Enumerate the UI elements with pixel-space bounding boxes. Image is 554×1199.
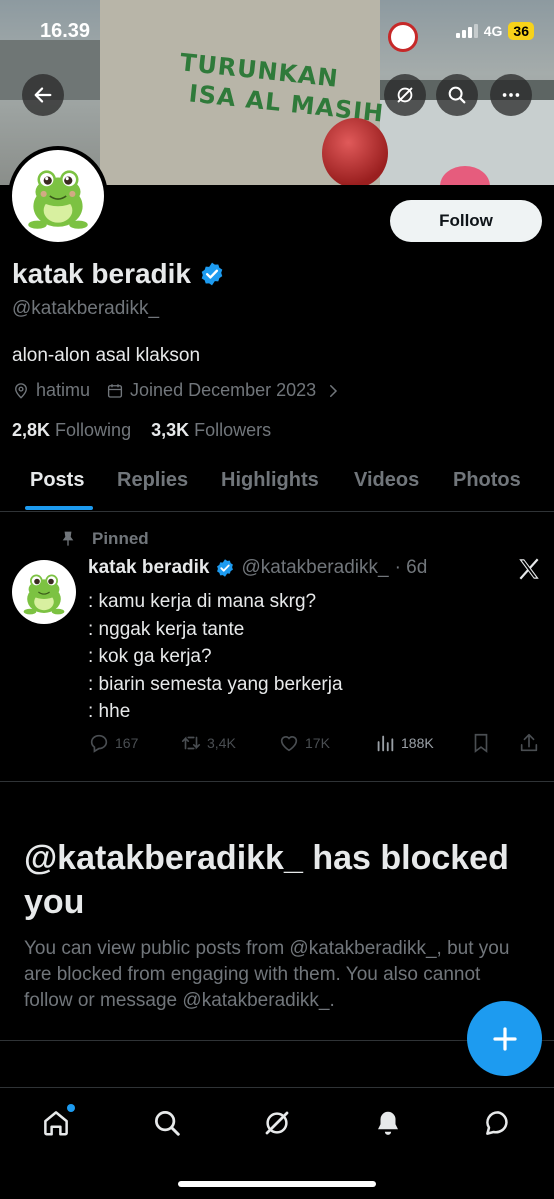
post-avatar[interactable] [12,560,76,624]
following-label: Following [55,420,132,440]
blocked-text: You can view public posts from @katakber… [24,938,510,1011]
repost-count: 3,4K [207,735,236,751]
profile-location: hatimu [36,380,91,400]
tab-posts[interactable]: Posts [30,469,84,492]
status-time: 16.39 [40,20,91,42]
profile-tabs: Posts Replies Highlights Videos Photos [0,455,554,512]
follow-button[interactable]: Follow [390,200,542,242]
reply-count: 167 [115,735,139,751]
home-icon [44,1111,68,1136]
bookmark-icon [474,733,488,753]
nav-messages[interactable] [481,1106,515,1140]
post-header: katak beradik @katakberadikk_ · 6d [88,557,427,579]
profile-meta: hatimu Joined December 2023 [12,380,342,401]
tab-replies[interactable]: Replies [117,469,188,492]
post-handle[interactable]: @katakberadikk_ [241,557,388,579]
calendar-icon [107,383,123,398]
heart-icon [280,736,298,752]
home-indicator[interactable] [178,1181,376,1187]
post-line: : nggak kerja tante [88,618,245,640]
chat-icon [486,1111,508,1135]
post-author[interactable]: katak beradik [88,557,209,579]
network-type: 4G [483,23,503,39]
nav-search[interactable] [150,1106,184,1140]
tab-photos[interactable]: Photos [453,469,521,492]
pin-icon [62,531,74,546]
post-line: : biarin semesta yang berkerja [88,673,343,695]
arrow-left-icon [34,87,52,103]
bell-icon [378,1111,398,1135]
banner-sign [388,22,418,52]
tab-highlights[interactable]: Highlights [221,469,319,492]
notification-dot [67,1104,75,1112]
location-icon [15,382,27,399]
post-line: : kamu kerja di mana skrg? [88,591,317,612]
tab-videos[interactable]: Videos [354,469,419,492]
grok-button[interactable] [384,74,426,116]
share-button[interactable] [518,732,540,754]
repost-button[interactable]: 3,4K [180,732,236,754]
verified-badge-icon [217,559,234,577]
battery-indicator: 36 [508,22,534,40]
reply-icon [90,734,108,753]
share-icon [520,733,538,752]
profile-avatar[interactable] [8,146,108,246]
x-logo-icon[interactable] [516,556,542,582]
search-button[interactable] [436,74,478,116]
status-indicators: 4G 36 [455,22,534,40]
grok-icon [265,1111,289,1135]
plus-icon [492,1026,517,1051]
followers-link[interactable]: 3,3K Followers [151,420,271,441]
profile-handle: @katakberadikk_ [12,298,160,319]
profile-joined: Joined December 2023 [130,380,317,400]
nav-home[interactable] [39,1104,75,1140]
nav-grok[interactable] [260,1106,294,1140]
frog-avatar-icon [28,170,88,229]
compose-button[interactable] [467,1001,542,1076]
nav-notifications[interactable] [371,1106,405,1140]
views-icon [377,735,394,752]
views-count: 188K [401,735,434,751]
profile-bio: alon-alon asal klakson [12,345,201,366]
more-icon [502,93,520,97]
profile-stats: 2,8K Following 3,3K Followers [12,420,271,441]
search-icon [448,86,466,104]
following-count: 2,8K [12,420,51,440]
blocked-title: @katakberadikk_ has blocked you [24,839,509,921]
post-body[interactable]: : kamu kerja di mana skrg? : nggak kerja… [88,588,343,726]
back-button[interactable] [22,74,64,116]
chevron-right-icon[interactable] [324,382,342,400]
post-line: : hhe [88,701,131,722]
post-actions: 167 3,4K 17K 188K [88,732,542,758]
post-line: : kok ga kerja? [88,646,212,667]
signal-icon [455,24,478,38]
like-count: 17K [305,735,330,751]
views-button[interactable]: 188K [374,732,434,754]
following-link[interactable]: 2,8K Following [12,420,131,441]
followers-count: 3,3K [151,420,190,440]
verified-badge-icon[interactable] [199,261,225,287]
pinned-text: Pinned [92,529,149,548]
repost-icon [181,736,201,750]
more-button[interactable] [490,74,532,116]
search-icon [155,1111,180,1136]
profile-name: katak beradik [12,258,225,290]
post-time: · 6d [394,557,428,578]
followers-label: Followers [194,420,272,440]
like-button[interactable]: 17K [278,732,330,754]
banner-helmet [322,118,388,185]
bookmark-button[interactable] [470,732,492,754]
active-tab-indicator [25,506,93,510]
frog-avatar-icon [23,574,65,615]
reply-button[interactable]: 167 [88,732,138,754]
grok-icon [397,87,413,103]
post-divider [0,781,554,782]
pinned-label: Pinned [60,529,149,549]
profile-name-text: katak beradik [12,258,191,289]
